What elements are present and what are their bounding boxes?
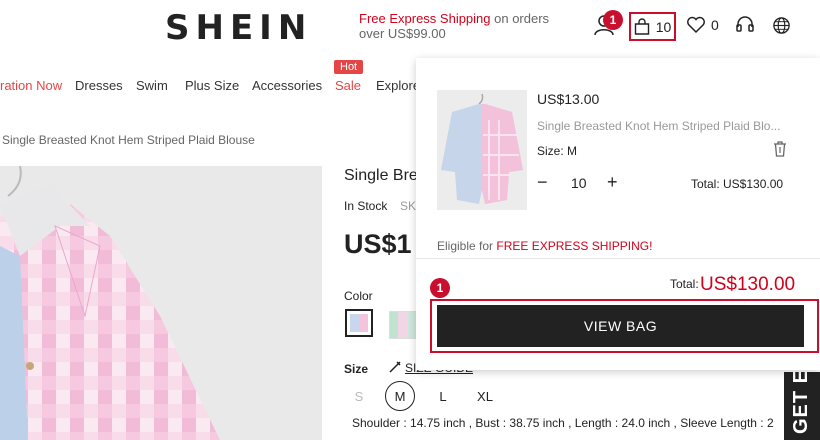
ruler-icon <box>389 361 401 373</box>
nav-item-dresses[interactable]: Dresses <box>75 78 123 93</box>
hot-tag: Hot <box>334 60 364 74</box>
promo-highlight: Free Express Shipping <box>359 11 491 26</box>
cart-dropdown: US$13.00 Single Breasted Knot Hem Stripe… <box>416 58 820 370</box>
cart-item-name[interactable]: Single Breasted Knot Hem Striped Plaid B… <box>537 119 780 133</box>
product-main-image[interactable] <box>0 166 322 440</box>
cart-total-value: US$130.00 <box>700 274 796 295</box>
color-label: Color <box>344 289 373 303</box>
nav-item-swim[interactable]: Swim <box>136 78 168 93</box>
size-option-m[interactable]: M <box>385 381 415 411</box>
qty-value[interactable]: 10 <box>571 175 587 191</box>
size-option-l[interactable]: L <box>428 381 458 411</box>
product-title: Single Bre <box>344 167 418 184</box>
step-badge: 1 <box>603 10 623 30</box>
qty-increase-button[interactable]: + <box>607 172 618 193</box>
eligible-text: Eligible for <box>437 239 497 253</box>
size-option-xl[interactable]: XL <box>470 381 500 411</box>
heart-icon <box>687 16 705 34</box>
nav-item-accessories[interactable]: Accessories <box>252 78 322 93</box>
cart-item-total: Total: US$130.00 <box>691 177 784 191</box>
size-option-s[interactable]: S <box>344 381 374 411</box>
side-promo-label: GET EX <box>790 372 812 434</box>
color-swatch-alt[interactable] <box>389 311 417 339</box>
nav-item-explore[interactable]: Explore <box>376 78 420 93</box>
step-badge: 1 <box>430 278 450 298</box>
bag-icon <box>634 18 649 35</box>
bag-button[interactable]: 10 <box>629 12 676 41</box>
product-price: US$1 <box>344 229 412 259</box>
site-header: SHEIN Free Express Shipping on orders ov… <box>0 0 820 58</box>
headset-icon[interactable] <box>735 10 755 40</box>
cart-item-size: Size: M <box>537 144 578 158</box>
shipping-promo[interactable]: Free Express Shipping on orders over US$… <box>359 11 574 41</box>
trash-icon[interactable] <box>772 140 788 158</box>
breadcrumb: Single Breasted Knot Hem Striped Plaid B… <box>2 133 255 147</box>
color-swatch-selected[interactable] <box>345 309 373 337</box>
bag-count: 10 <box>655 18 672 35</box>
nav-item-sale[interactable]: Sale <box>335 78 361 93</box>
cart-item-price: US$13.00 <box>537 91 600 107</box>
nav-item-plus-size[interactable]: Plus Size <box>185 78 239 93</box>
cart-total-label: Total: <box>670 277 699 291</box>
globe-icon[interactable] <box>772 10 791 40</box>
nav-item-new[interactable]: ration Now <box>0 78 62 93</box>
shipping-eligibility: Eligible for FREE EXPRESS SHIPPING! <box>437 239 652 253</box>
product-sku: SK <box>400 199 417 213</box>
qty-decrease-button[interactable]: − <box>537 172 548 193</box>
size-label: Size <box>344 362 369 376</box>
wishlist-button[interactable]: 0 <box>686 10 719 40</box>
view-bag-button[interactable]: VIEW BAG <box>437 305 804 347</box>
side-promo-tab[interactable]: GET EX <box>784 372 820 440</box>
stock-status: In Stock <box>344 199 388 213</box>
wishlist-count: 0 <box>711 17 719 33</box>
size-measurements: Shoulder : 14.75 inch , Bust : 38.75 inc… <box>352 416 774 430</box>
cart-item-image[interactable] <box>437 90 527 210</box>
shein-logo[interactable]: SHEIN <box>165 8 312 48</box>
cart-divider <box>416 258 820 259</box>
eligible-highlight: FREE EXPRESS SHIPPING! <box>496 239 653 253</box>
